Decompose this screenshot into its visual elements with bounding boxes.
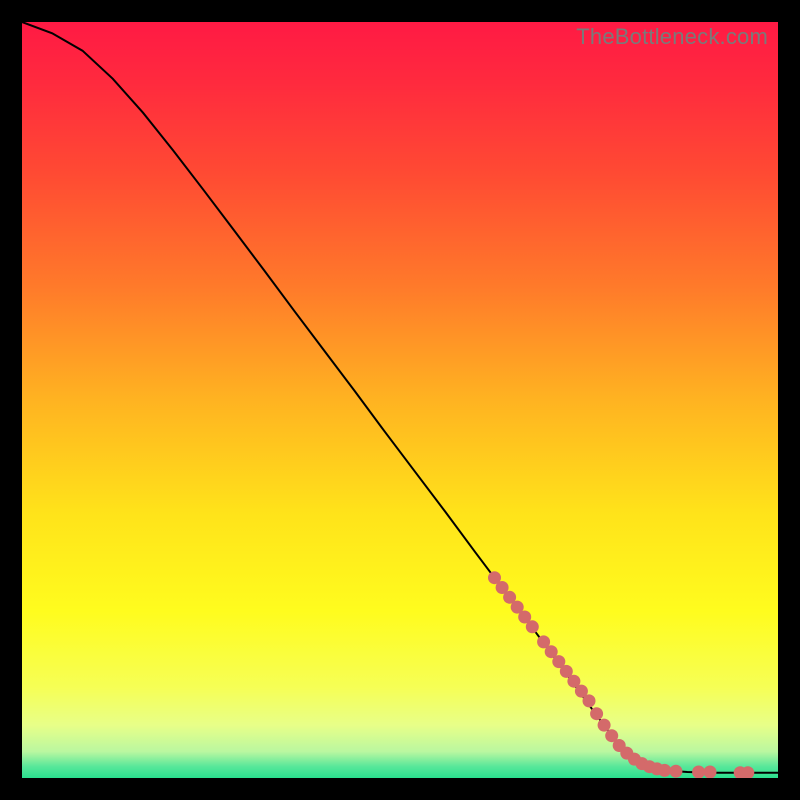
curve-line	[22, 22, 778, 773]
chart-stage: TheBottleneck.com	[0, 0, 800, 800]
marker-dot	[526, 620, 539, 633]
marker-dot	[692, 766, 705, 779]
marker-dot	[704, 766, 717, 779]
marker-dot	[598, 719, 611, 732]
marker-group	[488, 571, 754, 778]
marker-dot	[658, 764, 671, 777]
marker-dot	[590, 707, 603, 720]
data-overlay	[22, 22, 778, 778]
marker-dot	[583, 694, 596, 707]
marker-dot	[669, 765, 682, 778]
plot-area: TheBottleneck.com	[22, 22, 778, 778]
